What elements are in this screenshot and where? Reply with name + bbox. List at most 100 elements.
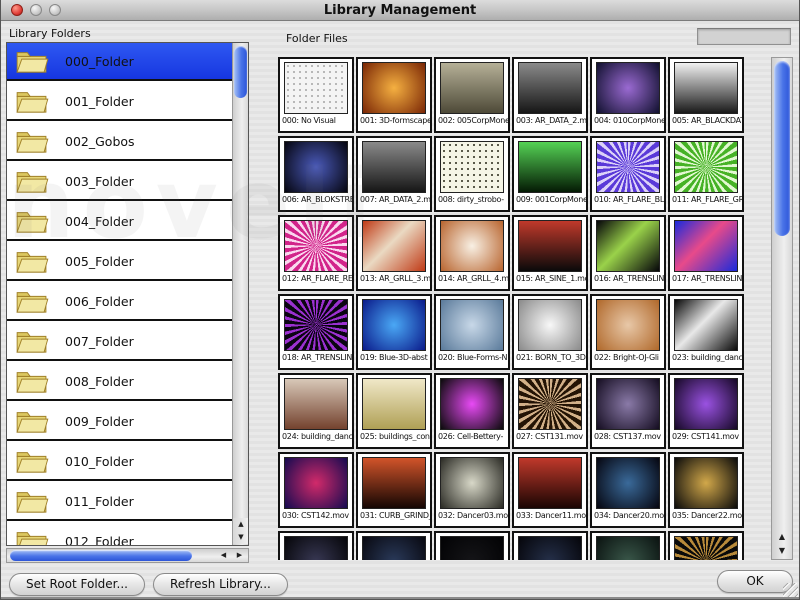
folder-icon — [15, 488, 49, 514]
file-tile[interactable]: 008: dirty_strobo- — [434, 136, 510, 212]
zoom-button[interactable] — [49, 4, 61, 16]
folder-row-012_Folder[interactable]: 012_Folder — [7, 523, 234, 546]
files-scrollbar[interactable]: ▲ ▼ — [771, 57, 793, 560]
filter-input[interactable] — [697, 28, 791, 45]
folder-scroll-right-icon[interactable]: ▶ — [232, 549, 247, 562]
file-tile[interactable] — [668, 531, 744, 560]
file-tile[interactable]: 005: AR_BLACKDAT — [668, 57, 744, 133]
file-tile[interactable]: 030: CST142.mov — [278, 452, 354, 528]
file-thumbnail — [362, 62, 426, 114]
folder-hscroll-thumb[interactable] — [10, 550, 192, 561]
file-thumbnail — [674, 62, 738, 114]
file-tile[interactable]: 004: 010CorpMone — [590, 57, 666, 133]
file-tile[interactable]: 014: AR_GRLL_4.m — [434, 215, 510, 291]
file-label: 029: CST141.mov — [670, 430, 742, 441]
folder-list-scrollbar[interactable]: ▲ ▼ — [232, 43, 248, 545]
folder-row-005_Folder[interactable]: 005_Folder — [7, 243, 234, 281]
file-tile[interactable]: 001: 3D-formscape — [356, 57, 432, 133]
folder-row-000_Folder[interactable]: 000_Folder — [7, 43, 234, 81]
folder-row-002_Gobos[interactable]: 002_Gobos — [7, 123, 234, 161]
file-tile[interactable]: 032: Dancer03.mov — [434, 452, 510, 528]
file-label: 014: AR_GRLL_4.m — [436, 272, 508, 283]
file-label: 030: CST142.mov — [280, 509, 352, 520]
file-tile[interactable]: 033: Dancer11.mov — [512, 452, 588, 528]
file-tile[interactable]: 035: Dancer22.mov — [668, 452, 744, 528]
file-tile[interactable]: 018: AR_TRENSLIN — [278, 294, 354, 370]
file-tile[interactable] — [278, 531, 354, 560]
file-label: 006: AR_BLOKSTRE — [280, 193, 352, 204]
file-label: 031: CURB_GRIND_ — [358, 509, 430, 520]
folder-scroll-thumb[interactable] — [234, 46, 247, 98]
file-tile[interactable]: 016: AR_TRENSLIN — [590, 215, 666, 291]
file-tile[interactable]: 002: 005CorpMone — [434, 57, 510, 133]
files-scroll-thumb[interactable] — [774, 61, 790, 236]
file-thumbnail — [674, 457, 738, 509]
file-tile[interactable]: 031: CURB_GRIND_ — [356, 452, 432, 528]
file-tile[interactable]: 025: buildings_con — [356, 373, 432, 449]
file-thumbnail — [674, 220, 738, 272]
folder-row-001_Folder[interactable]: 001_Folder — [7, 83, 234, 121]
file-label: 008: dirty_strobo- — [436, 193, 508, 204]
files-scroll-down-icon[interactable]: ▼ — [772, 544, 792, 558]
folder-row-010_Folder[interactable]: 010_Folder — [7, 443, 234, 481]
file-tile[interactable]: 021: BORN_TO_3D — [512, 294, 588, 370]
folder-row-008_Folder[interactable]: 008_Folder — [7, 363, 234, 401]
folder-row-009_Folder[interactable]: 009_Folder — [7, 403, 234, 441]
set-root-folder-button[interactable]: Set Root Folder... — [9, 573, 145, 596]
folder-row-011_Folder[interactable]: 011_Folder — [7, 483, 234, 521]
ok-button[interactable]: OK — [717, 570, 793, 593]
folder-scroll-down-icon[interactable]: ▼ — [233, 531, 249, 544]
folder-icon — [15, 528, 49, 546]
file-tile[interactable]: 026: Cell-Bettery- — [434, 373, 510, 449]
file-tile[interactable]: 027: CST131.mov — [512, 373, 588, 449]
library-folders-label: Library Folders — [9, 27, 91, 40]
file-tile[interactable]: 028: CST137.mov — [590, 373, 666, 449]
folder-row-006_Folder[interactable]: 006_Folder — [7, 283, 234, 321]
file-label: 024: building_danc — [280, 430, 352, 441]
file-tile[interactable]: 024: building_danc — [278, 373, 354, 449]
file-label: 010: AR_FLARE_BL — [592, 193, 664, 204]
file-tile[interactable]: 007: AR_DATA_2.m — [356, 136, 432, 212]
minimize-button[interactable] — [30, 4, 42, 16]
file-tile[interactable]: 029: CST141.mov — [668, 373, 744, 449]
folder-icon — [15, 128, 49, 154]
close-button[interactable] — [11, 4, 23, 16]
file-tile[interactable]: 020: Blue-Forms-N — [434, 294, 510, 370]
title-bar[interactable]: Library Management — [1, 0, 799, 21]
window-resize-grip[interactable] — [783, 583, 798, 598]
file-tile[interactable]: 015: AR_SINE_1.mo — [512, 215, 588, 291]
file-tile[interactable]: 011: AR_FLARE_GR — [668, 136, 744, 212]
file-tile[interactable]: 023: building_danc — [668, 294, 744, 370]
file-tile[interactable] — [512, 531, 588, 560]
file-tile[interactable]: 034: Dancer20.mov — [590, 452, 666, 528]
file-tile[interactable] — [434, 531, 510, 560]
refresh-library-button[interactable]: Refresh Library... — [153, 573, 288, 596]
file-tile[interactable] — [356, 531, 432, 560]
file-thumbnail — [674, 378, 738, 430]
file-tile[interactable]: 003: AR_DATA_2.m — [512, 57, 588, 133]
file-thumbnail — [362, 457, 426, 509]
folder-row-003_Folder[interactable]: 003_Folder — [7, 163, 234, 201]
file-tile[interactable]: 013: AR_GRLL_3.m — [356, 215, 432, 291]
files-scroll-up-icon[interactable]: ▲ — [772, 530, 792, 544]
folder-icon — [15, 368, 49, 394]
file-tile[interactable]: 019: Blue-3D-abst — [356, 294, 432, 370]
file-label: 007: AR_DATA_2.m — [358, 193, 430, 204]
folder-scroll-up-icon[interactable]: ▲ — [233, 518, 249, 531]
folder-row-007_Folder[interactable]: 007_Folder — [7, 323, 234, 361]
folder-list-hscrollbar[interactable]: ◀ ▶ — [6, 548, 249, 563]
file-thumbnail — [284, 536, 348, 560]
file-tile[interactable]: 012: AR_FLARE_RE — [278, 215, 354, 291]
file-tile[interactable]: 000: No Visual — [278, 57, 354, 133]
folder-row-004_Folder[interactable]: 004_Folder — [7, 203, 234, 241]
file-tile[interactable]: 010: AR_FLARE_BL — [590, 136, 666, 212]
file-tile[interactable]: 006: AR_BLOKSTRE — [278, 136, 354, 212]
file-tile[interactable]: 022: Bright-OJ-Gli — [590, 294, 666, 370]
file-label: 002: 005CorpMone — [436, 114, 508, 125]
folder-scroll-left-icon[interactable]: ◀ — [216, 549, 231, 562]
folder-name: 002_Gobos — [65, 134, 135, 149]
file-tile[interactable]: 009: 001CorpMone — [512, 136, 588, 212]
file-tile[interactable] — [590, 531, 666, 560]
file-thumbnail — [362, 378, 426, 430]
file-tile[interactable]: 017: AR_TRENSLIN — [668, 215, 744, 291]
